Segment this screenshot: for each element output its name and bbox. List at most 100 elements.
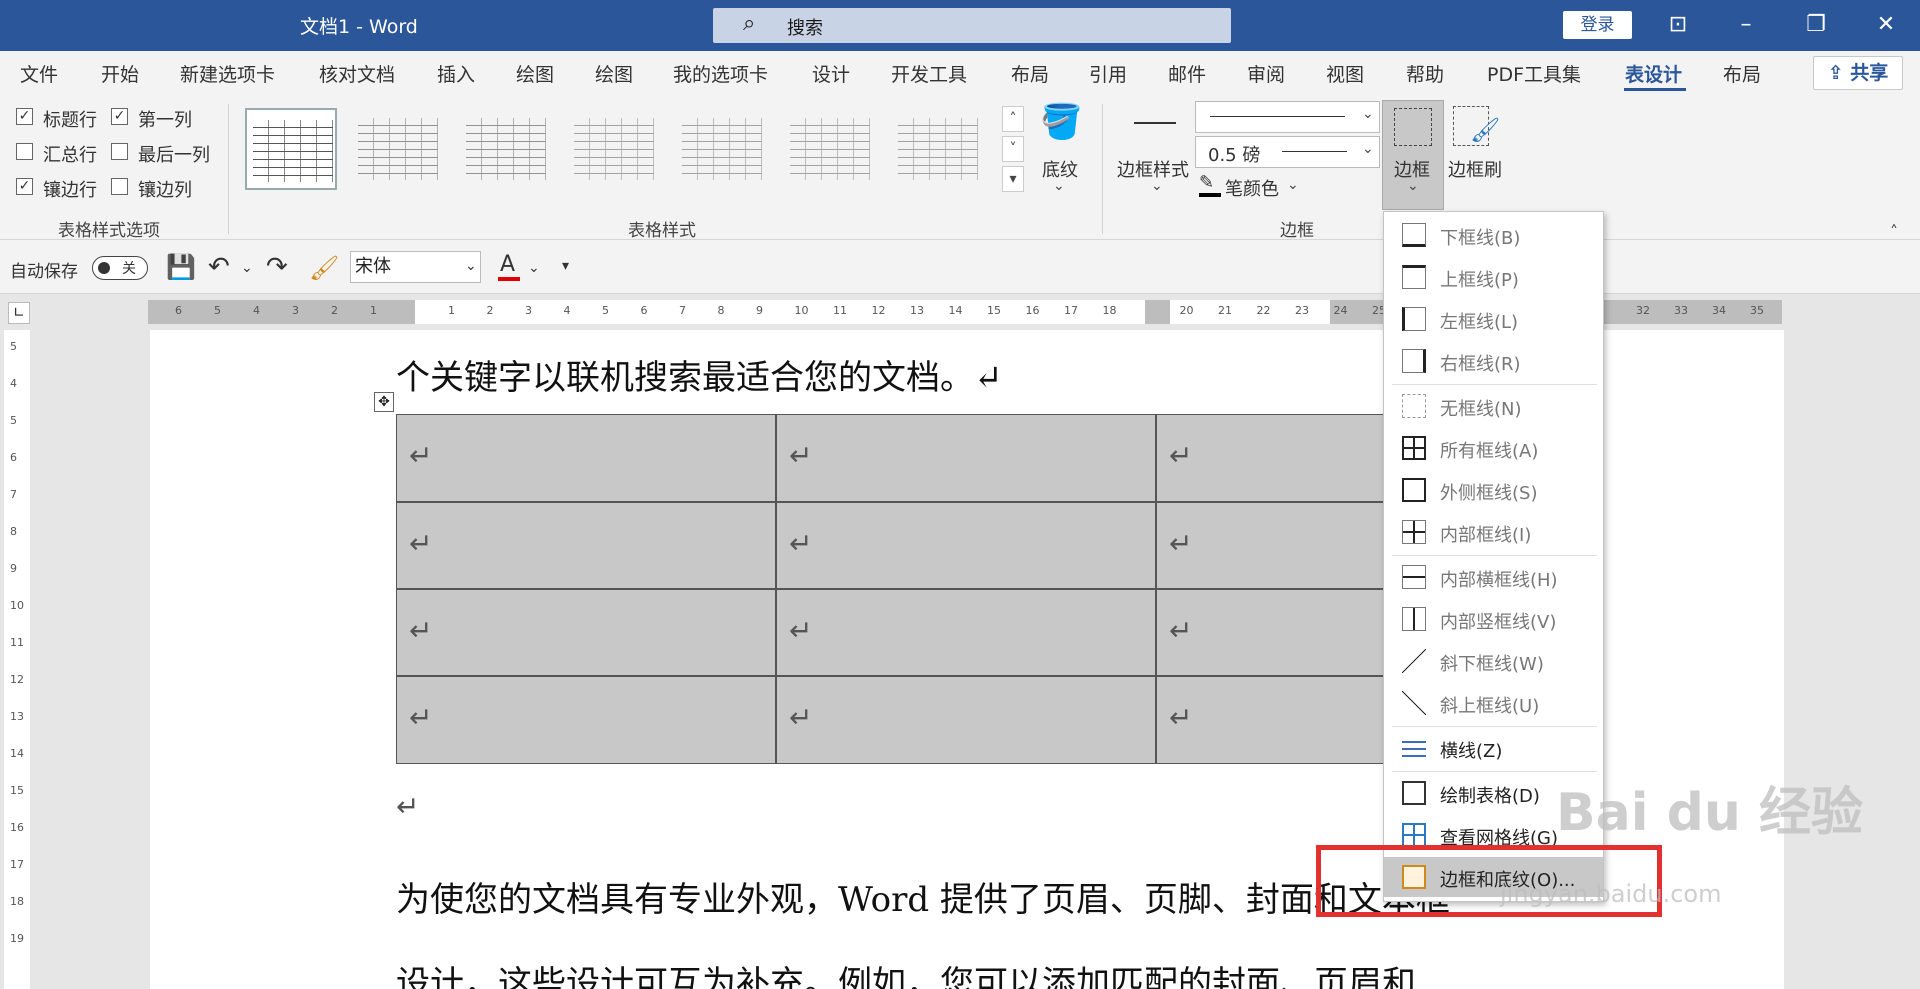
menu-item-outside-borders[interactable]: 外侧框线(S) (1384, 470, 1603, 510)
table-style-5[interactable] (676, 108, 768, 190)
first-column-checkbox[interactable]: ✓ (111, 108, 128, 125)
collapse-ribbon-icon[interactable]: ˄ (1890, 222, 1898, 241)
header-row-checkbox[interactable]: ✓ (16, 108, 33, 125)
table-cell[interactable]: ↵ (1156, 414, 1396, 502)
customize-qat-icon[interactable]: ▾ (562, 258, 569, 274)
tab-file[interactable]: 文件 (20, 60, 58, 87)
banded-columns-checkbox[interactable] (111, 178, 128, 195)
menu-item-inside-vertical[interactable]: 内部竖框线(V) (1384, 599, 1603, 639)
minimize-icon[interactable]: – (1726, 6, 1766, 44)
menu-item-right-border[interactable]: 右框线(R) (1384, 341, 1603, 381)
tab-table-layout[interactable]: 布局 (1723, 60, 1761, 87)
borders-dropdown-icon[interactable]: ⌄ (1407, 178, 1419, 194)
table-cell[interactable]: ↵ (396, 676, 776, 764)
autosave-label: 自动保存 (10, 262, 78, 282)
table-cell[interactable]: ↵ (1156, 589, 1396, 676)
menu-item-diagonal-up[interactable]: 斜上框线(U) (1384, 683, 1603, 723)
menu-item-horizontal-line[interactable]: 横线(Z) (1384, 728, 1603, 768)
menu-item-inside-borders[interactable]: 内部框线(I) (1384, 512, 1603, 552)
border-styles-dropdown-icon[interactable]: ⌄ (1151, 178, 1163, 194)
tab-review[interactable]: 审阅 (1247, 60, 1285, 87)
gallery-up-icon[interactable]: ˄ (1002, 106, 1024, 132)
ruler-number: 22 (1256, 304, 1271, 317)
line-style-dropdown-icon[interactable]: ⌄ (1362, 106, 1374, 122)
tab-help[interactable]: 帮助 (1406, 60, 1444, 87)
save-icon[interactable]: 💾 (166, 253, 196, 281)
ruler-number: 3 (525, 304, 532, 317)
diagonal-down-icon (1402, 649, 1426, 673)
menu-item-top-border[interactable]: 上框线(P) (1384, 257, 1603, 297)
table-cell[interactable]: ↵ (776, 414, 1156, 502)
shading-dropdown-icon[interactable]: ⌄ (1053, 178, 1065, 194)
ruler-number: 17 (1064, 304, 1078, 317)
login-button[interactable]: 登录 (1563, 11, 1632, 39)
gallery-more-icon[interactable]: ▾ (1002, 166, 1024, 192)
banded-rows-checkbox[interactable]: ✓ (16, 178, 33, 195)
tab-table-design[interactable]: 表设计 (1625, 60, 1682, 87)
menu-item-diagonal-down[interactable]: 斜下框线(W) (1384, 641, 1603, 681)
table-cell[interactable]: ↵ (776, 676, 1156, 764)
table-cell[interactable]: ↵ (396, 502, 776, 589)
tab-developer[interactable]: 开发工具 (891, 60, 967, 87)
last-column-checkbox[interactable] (111, 143, 128, 160)
table-cell[interactable]: ↵ (776, 502, 1156, 589)
close-icon[interactable]: ✕ (1866, 6, 1906, 44)
table-style-6[interactable] (784, 108, 876, 190)
font-name-select[interactable]: 宋体 (350, 251, 481, 283)
tab-new[interactable]: 新建选项卡 (180, 60, 275, 87)
line-weight-dropdown-icon[interactable]: ⌄ (1362, 141, 1374, 157)
font-color-dropdown-icon[interactable]: ⌄ (528, 260, 540, 276)
tab-references[interactable]: 引用 (1089, 60, 1127, 87)
ruler-number: 4 (563, 304, 571, 317)
table-style-3[interactable] (460, 108, 552, 190)
paint-bucket-icon[interactable]: 🪣 (1040, 102, 1082, 142)
tab-insert[interactable]: 插入 (437, 60, 475, 87)
table-cell[interactable]: ↵ (396, 414, 776, 502)
pen-color-dropdown-icon[interactable]: ⌄ (1287, 177, 1299, 193)
border-painter-button[interactable]: 边框刷 (1448, 156, 1502, 182)
tab-view[interactable]: 视图 (1326, 60, 1364, 87)
tab-selector-icon[interactable]: ∟ (8, 302, 30, 324)
table-cell[interactable]: ↵ (396, 589, 776, 676)
undo-dropdown-icon[interactable]: ⌄ (241, 260, 253, 276)
tab-layout[interactable]: 布局 (1011, 60, 1049, 87)
line-style-select[interactable] (1195, 101, 1380, 133)
table-cell[interactable]: ↵ (776, 589, 1156, 676)
format-painter-icon[interactable]: 🖌 (309, 254, 339, 282)
table-style-1[interactable] (245, 108, 337, 190)
table-style-2[interactable] (352, 108, 444, 190)
tab-mailings[interactable]: 邮件 (1168, 60, 1206, 87)
table-move-handle-icon[interactable]: ✥ (374, 392, 394, 412)
menu-item-bottom-border[interactable]: 下框线(B) (1384, 215, 1603, 255)
tab-pdf[interactable]: PDF工具集 (1487, 60, 1581, 87)
total-row-checkbox[interactable] (16, 143, 33, 160)
undo-icon[interactable]: ↶ (208, 252, 230, 282)
border-style-line-icon[interactable] (1134, 122, 1176, 124)
table-style-7[interactable] (892, 108, 984, 190)
tab-proofdoc[interactable]: 核对文档 (319, 60, 395, 87)
font-dropdown-icon[interactable]: ⌄ (465, 258, 477, 274)
tab-draw-1[interactable]: 绘图 (516, 60, 554, 87)
menu-item-no-border[interactable]: 无框线(N) (1384, 386, 1603, 426)
share-button[interactable]: ⇪ 共享 (1813, 56, 1903, 90)
ruler-number: 33 (1674, 304, 1688, 317)
vertical-ruler[interactable] (4, 330, 30, 989)
tab-my[interactable]: 我的选项卡 (673, 60, 768, 87)
menu-item-all-borders[interactable]: 所有框线(A) (1384, 428, 1603, 468)
table-cell[interactable]: ↵ (1156, 502, 1396, 589)
table-cell[interactable]: ↵ (1156, 676, 1396, 764)
tab-design[interactable]: 设计 (812, 60, 850, 87)
table-style-4[interactable] (568, 108, 660, 190)
pen-color-icon[interactable]: ✎ (1199, 172, 1214, 193)
restore-icon[interactable]: ❐ (1796, 6, 1836, 44)
menu-item-left-border[interactable]: 左框线(L) (1384, 299, 1603, 339)
menu-item-inside-horizontal[interactable]: 内部横框线(H) (1384, 557, 1603, 597)
font-color-icon[interactable]: A (500, 252, 515, 277)
tab-draw-2[interactable]: 绘图 (595, 60, 633, 87)
gallery-down-icon[interactable]: ˅ (1002, 136, 1024, 162)
tab-home[interactable]: 开始 (101, 60, 139, 87)
pen-color-button[interactable]: 笔颜色 (1225, 175, 1279, 201)
redo-icon[interactable]: ↷ (266, 252, 288, 282)
ruler-number: 5 (214, 304, 221, 317)
ribbon-display-icon[interactable]: ⊡ (1658, 6, 1698, 44)
